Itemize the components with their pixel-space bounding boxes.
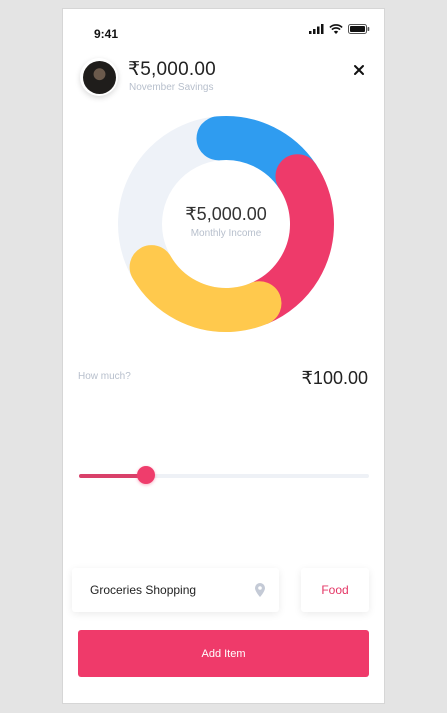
wifi-icon — [329, 24, 343, 34]
slider-fill — [79, 474, 146, 478]
budget-donut-chart — [116, 114, 336, 334]
savings-amount: ₹5,000.00 — [128, 59, 216, 80]
avatar-photo — [82, 60, 116, 94]
item-name-field[interactable]: Groceries Shopping — [72, 568, 279, 612]
close-button[interactable] — [352, 63, 366, 77]
status-time: 9:41 — [94, 27, 119, 41]
phone-screen: 9:41 ₹5,000.00 November Savings ₹5,000.0… — [63, 9, 384, 703]
close-icon — [354, 65, 364, 75]
battery-icon — [348, 24, 370, 34]
amount-value[interactable]: ₹100.00 — [301, 368, 368, 389]
status-icons — [309, 24, 370, 34]
savings-subtitle: November Savings — [129, 82, 214, 93]
location-pin-icon[interactable] — [255, 583, 265, 597]
add-item-button[interactable]: Add Item — [78, 630, 369, 677]
slider-thumb[interactable] — [136, 466, 155, 484]
signal-icon — [309, 24, 324, 34]
donut-svg — [118, 116, 334, 332]
amount-slider[interactable] — [79, 466, 369, 484]
user-avatar[interactable] — [80, 58, 118, 96]
how-much-label: How much? — [78, 371, 131, 382]
item-name-text: Groceries Shopping — [90, 583, 197, 597]
category-chip-food[interactable]: Food — [301, 568, 369, 612]
